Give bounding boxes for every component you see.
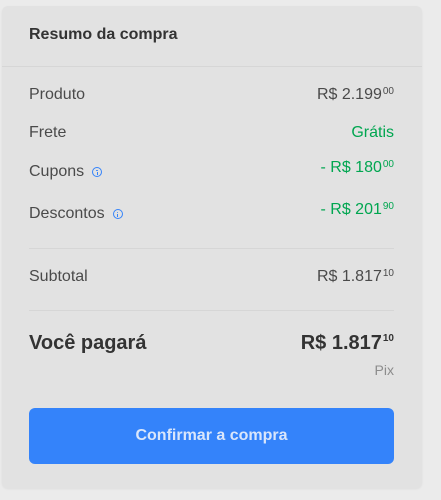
divider <box>29 310 394 311</box>
amount-cents: 90 <box>382 201 394 212</box>
amount-value: Grátis <box>351 124 394 141</box>
row-label: Produto <box>29 86 86 103</box>
row-descontos: Descontos - R$ 201 90 <box>29 201 394 223</box>
row-produto: Produto R$ 2.199 00 <box>29 86 394 104</box>
row-frete: Frete Grátis <box>29 124 394 142</box>
amount-value: R$ 1.817 <box>316 268 382 285</box>
row-cupons: Cupons - R$ 180 00 <box>29 159 394 181</box>
total-amount-value: R$ 1.817 <box>300 332 382 354</box>
total-row: Você pagará R$ 1.817 10 <box>29 332 394 355</box>
row-label: Cupons <box>29 163 103 181</box>
row-label-text: Cupons <box>29 163 85 180</box>
total-label: Você pagará <box>29 332 147 354</box>
card-title: Resumo da compra <box>29 26 178 43</box>
row-amount: - R$ 180 00 <box>321 159 395 177</box>
purchase-summary-card: Resumo da compra Produto R$ 2.199 00 Fret… <box>2 6 422 488</box>
amount-cents: 10 <box>382 268 394 279</box>
info-icon[interactable] <box>92 167 103 177</box>
amount-cents: 00 <box>382 159 394 170</box>
row-subtotal: Subtotal R$ 1.817 10 <box>29 268 394 286</box>
row-label: Descontos <box>29 205 123 223</box>
info-icon[interactable] <box>112 209 123 219</box>
payment-method: Pix <box>374 362 394 378</box>
row-label: Subtotal <box>29 268 88 285</box>
row-amount: - R$ 201 90 <box>321 201 395 219</box>
card-header: Resumo da compra <box>2 6 422 67</box>
amount-value: R$ 2.199 <box>316 86 382 103</box>
row-amount: R$ 2.199 00 <box>317 86 394 104</box>
amount-value: - R$ 201 <box>320 201 382 218</box>
row-label: Frete <box>29 124 67 141</box>
row-amount: R$ 1.817 10 <box>317 268 394 286</box>
total-amount: R$ 1.817 10 <box>301 332 394 355</box>
confirm-purchase-button[interactable]: Confirmar a compra <box>29 408 394 464</box>
divider <box>29 248 394 249</box>
row-label-text: Descontos <box>29 205 105 222</box>
amount-value: - R$ 180 <box>320 159 382 176</box>
row-amount: Grátis <box>351 124 394 142</box>
amount-cents: 00 <box>382 86 394 97</box>
total-amount-cents: 10 <box>382 333 394 344</box>
